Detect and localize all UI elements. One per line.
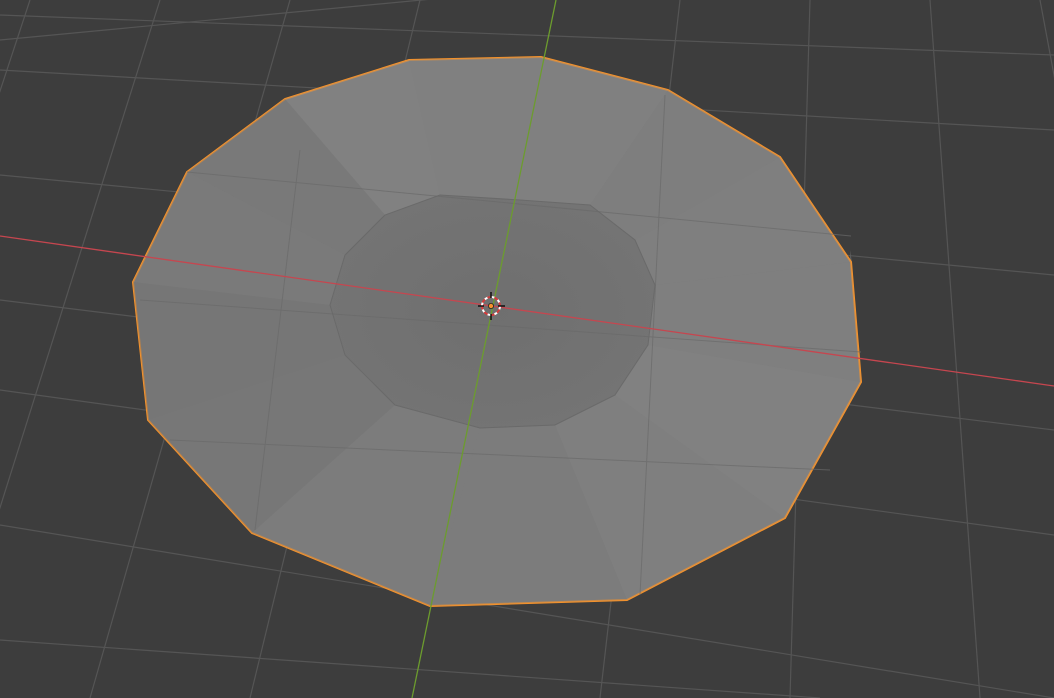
viewport-canvas[interactable] — [0, 0, 1054, 698]
3d-viewport[interactable] — [0, 0, 1054, 698]
object-origin-icon — [487, 302, 494, 309]
